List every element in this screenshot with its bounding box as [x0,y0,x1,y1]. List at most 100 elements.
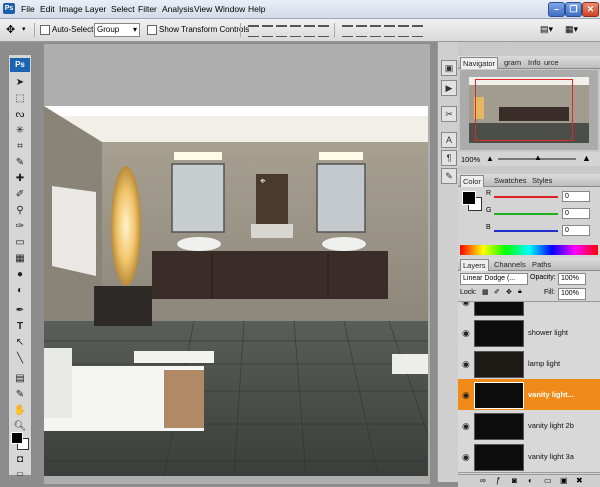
history-brush-icon[interactable]: ✑ [12,220,28,234]
color-fg-swatch[interactable] [462,191,476,205]
layer-name[interactable]: vanity light 2b [528,421,574,430]
tab-channels[interactable]: Channels [492,259,528,270]
pen-icon[interactable]: ✒ [12,304,28,318]
marquee-icon[interactable]: ⬚ [12,92,28,106]
adjustment-layer-icon[interactable]: ◐ [528,476,533,485]
menu-edit[interactable]: Edit [40,4,55,14]
eye-icon[interactable]: ◉ [462,452,470,463]
new-group-icon[interactable]: ▭ [544,476,552,485]
menu-layer[interactable]: Layer [85,4,106,14]
minimize-button[interactable]: – [548,2,565,17]
green-value-field[interactable]: 0 [562,208,590,219]
zoom-slider-thumb-icon[interactable]: ▲ [534,153,542,162]
eyedropper2-icon[interactable]: ✎ [12,388,28,402]
healing-icon[interactable]: ✚ [12,172,28,186]
menu-select[interactable]: Select [111,4,135,14]
eye-icon[interactable]: ◉ [462,421,470,432]
quick-mask-icon[interactable]: ◘ [12,453,28,467]
blend-mode-dropdown[interactable]: Linear Dodge (... [460,273,528,285]
workspace-icon[interactable]: ▤▾ [540,24,553,35]
tab-color[interactable]: Color [460,175,484,187]
tab-info[interactable]: Info [526,57,543,68]
workspace-switcher-icon[interactable]: ▦▾ [565,24,578,35]
menu-filter[interactable]: Filter [138,4,157,14]
new-layer-icon[interactable]: ▣ [560,476,568,485]
menu-view[interactable]: View [194,4,212,14]
history-panel-icon[interactable]: ▣ [441,60,457,76]
layer-name[interactable]: shower light [528,328,568,337]
distribute-hcenter-icon[interactable] [398,25,409,37]
tab-styles[interactable]: Styles [530,175,554,186]
path-select-icon[interactable]: ↖ [12,336,28,350]
lasso-icon[interactable]: ᔓ [12,108,28,122]
layer-name[interactable]: vanity light 3a [528,452,574,461]
lock-transparency-icon[interactable]: ▦ [482,288,489,296]
delete-layer-icon[interactable]: ✖ [576,476,583,485]
tab-paths[interactable]: Paths [530,259,553,270]
character-panel-icon[interactable]: A [441,132,457,148]
actions-panel-icon[interactable]: ▶ [441,80,457,96]
layer-row[interactable]: ◉ lamp light [458,348,600,380]
fill-field[interactable]: 100% [558,288,586,300]
layer-name[interactable]: vanity light... [528,390,574,399]
green-slider[interactable] [494,213,558,215]
layer-name[interactable]: lamp light [528,359,560,368]
red-value-field[interactable]: 0 [562,191,590,202]
notes-icon[interactable]: ▤ [12,372,28,386]
shape-icon[interactable]: ╲ [12,352,28,366]
navigator-preview[interactable] [460,70,598,150]
distribute-left-icon[interactable] [384,25,395,37]
layer-row[interactable]: ◉ vanity light 2b [458,410,600,442]
align-vcenter-icon[interactable] [262,25,273,37]
crop-icon[interactable]: ⌗ [12,140,28,154]
blue-value-field[interactable]: 0 [562,225,590,236]
tool-presets-icon[interactable]: ✂ [441,106,457,122]
navigator-view-box[interactable] [475,79,573,141]
eye-icon[interactable]: ◉ [462,328,470,339]
align-bottom-icon[interactable] [276,25,287,37]
lock-all-icon[interactable]: 🔒︎ [518,288,522,296]
eye-icon[interactable]: ◉ [462,390,470,401]
link-layers-icon[interactable]: ∞ [480,476,486,485]
menu-image[interactable]: Image [59,4,83,14]
blue-slider[interactable] [494,230,558,232]
auto-select-dropdown[interactable]: Group ▾ [94,23,140,37]
menu-file[interactable]: File [21,4,35,14]
align-hcenter-icon[interactable] [304,25,315,37]
menu-window[interactable]: Window [215,4,245,14]
screen-mode-icon[interactable]: ▭ [12,467,28,481]
eye-icon[interactable]: ◉ [462,302,470,308]
opacity-field[interactable]: 100% [558,273,586,285]
type-icon[interactable]: T [12,320,28,334]
lock-pixels-icon[interactable]: ✐ [494,288,500,296]
dodge-icon[interactable]: ◐ [12,284,28,298]
eyedropper-icon[interactable]: ✎ [12,156,28,170]
brushes-panel-icon[interactable]: ✎ [441,168,457,184]
stamp-icon[interactable]: ⚲ [12,204,28,218]
auto-select-checkbox[interactable] [40,25,50,35]
hand-icon[interactable]: ✋ [12,404,28,418]
blur-icon[interactable]: ● [12,268,28,282]
magic-wand-icon[interactable]: ✳ [12,124,28,138]
distribute-top-icon[interactable] [342,25,353,37]
brush-icon[interactable]: ✐ [12,188,28,202]
layer-row-selected[interactable]: ◉ vanity light... [458,379,600,411]
show-transform-checkbox[interactable] [147,25,157,35]
zoom-in-icon[interactable]: ▲ [582,153,591,163]
move-tool-icon[interactable]: ✥ [6,23,15,36]
color-spectrum-ramp[interactable] [460,245,598,255]
eraser-icon[interactable]: ▭ [12,236,28,250]
tab-navigator[interactable]: Navigator [460,57,499,69]
zoom-out-icon[interactable]: ▲ [486,154,494,163]
tab-histogram[interactable]: gram [502,57,523,68]
paragraph-panel-icon[interactable]: ¶ [441,150,457,166]
menu-analysis[interactable]: Analysis [162,4,194,14]
gradient-icon[interactable]: ▦ [12,252,28,266]
layer-row[interactable]: ◉ shower light [458,317,600,349]
tab-source[interactable]: urce [542,57,561,68]
zoom-level[interactable]: 100% [461,155,480,164]
layer-mask-icon[interactable]: ◙ [512,476,517,485]
restore-button[interactable]: ❐ [565,2,582,17]
align-top-icon[interactable] [248,25,259,37]
align-right-icon[interactable] [318,25,329,37]
